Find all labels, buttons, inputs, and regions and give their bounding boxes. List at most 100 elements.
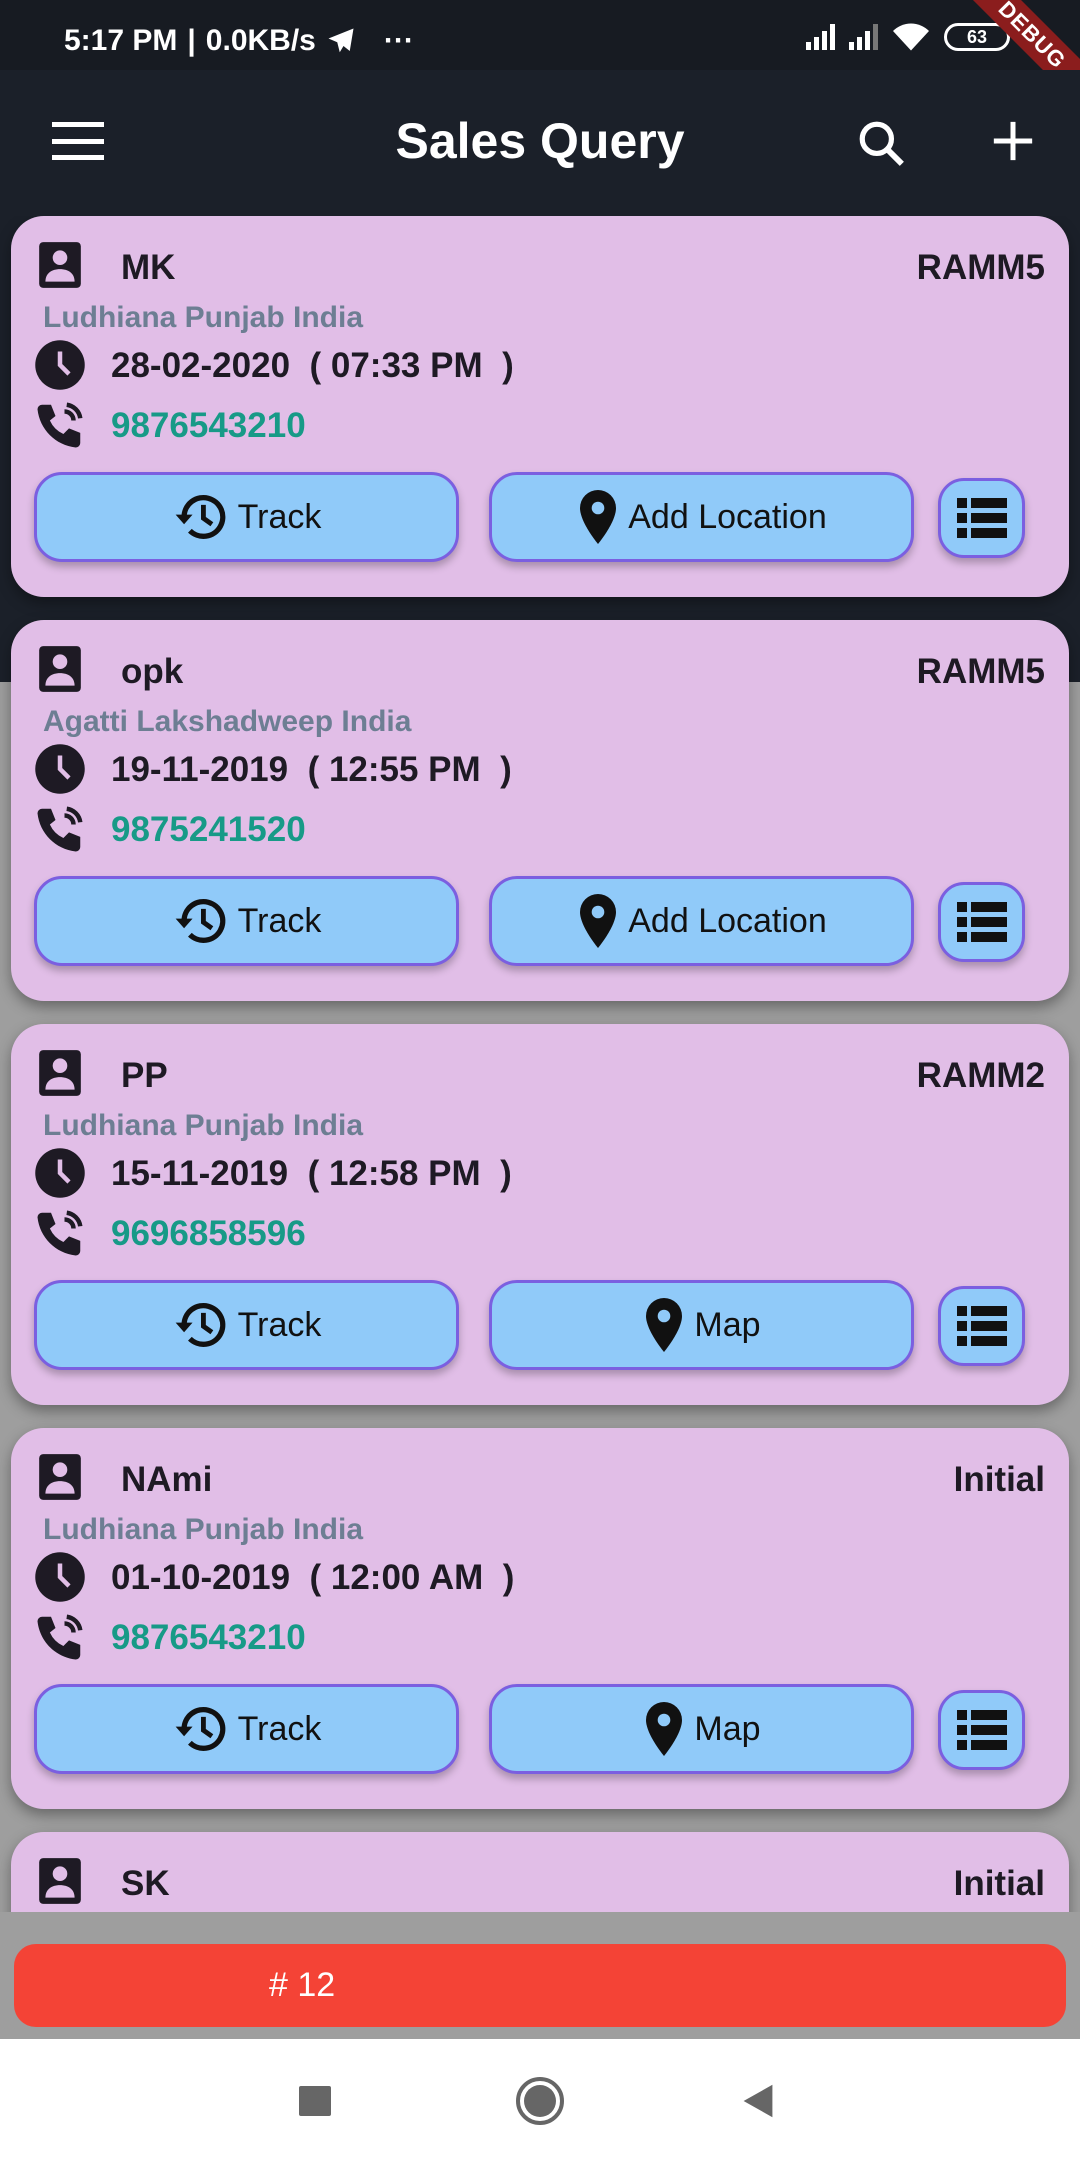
query-date: 28-02-2020 [111, 346, 291, 385]
details-list-button[interactable] [938, 1690, 1025, 1770]
query-time: ( 12:55 PM ) [307, 750, 512, 789]
track-label: Track [237, 1709, 322, 1748]
query-datetime: 01-10-2019 ( 12:00 AM ) [111, 1558, 514, 1598]
status-time: 5:17 PM [64, 24, 178, 57]
battery-level: 63 [966, 26, 988, 47]
add-icon[interactable] [990, 118, 1036, 164]
customer-phone[interactable]: 9876543210 [111, 1618, 306, 1658]
list-icon [956, 902, 1007, 942]
query-time: ( 07:33 PM ) [309, 346, 514, 385]
query-date: 19-11-2019 [111, 750, 289, 789]
history-icon [172, 1700, 230, 1758]
system-nav-bar [0, 2039, 1080, 2160]
customer-location: Agatti Lakshadweep India [43, 705, 412, 738]
location-button[interactable]: Add Location [489, 876, 914, 966]
query-status: Initial [953, 1864, 1045, 1903]
query-datetime: 19-11-2019 ( 12:55 PM ) [111, 750, 512, 790]
history-icon [172, 1296, 230, 1354]
person-icon [35, 1856, 85, 1911]
list-icon [956, 1710, 1007, 1750]
customer-phone[interactable]: 9875241520 [111, 810, 306, 850]
query-card[interactable]: PP RAMM2 Ludhiana Punjab India 15-11-2019 (… [11, 1024, 1069, 1405]
location-button-label: Add Location [628, 497, 827, 536]
customer-name: MK [121, 248, 176, 287]
customer-name: opk [121, 652, 184, 691]
customer-location: Ludhiana Punjab India [43, 1109, 364, 1142]
customer-phone[interactable]: 9876543210 [111, 406, 306, 446]
person-icon [35, 1048, 85, 1103]
query-status: RAMM2 [916, 1056, 1045, 1095]
track-button[interactable]: Track [34, 1684, 459, 1774]
phone-call-icon [33, 802, 87, 861]
track-label: Track [237, 1305, 322, 1344]
query-card[interactable]: SK Initial [11, 1832, 1069, 1912]
page-title: Sales Query [395, 113, 685, 169]
query-card[interactable]: MK RAMM5 Ludhiana Punjab India 28-02-2020 (… [11, 216, 1069, 597]
location-button-label: Map [694, 1709, 761, 1748]
count-label: # 12 [269, 1966, 336, 2004]
customer-name: NAmi [121, 1460, 213, 1499]
customer-name: SK [121, 1864, 170, 1903]
query-status: Initial [953, 1460, 1045, 1499]
phone-call-icon [33, 1610, 87, 1669]
history-icon [172, 488, 230, 546]
customer-name: PP [121, 1056, 168, 1095]
home-button[interactable] [516, 2077, 564, 2125]
query-date: 01-10-2019 [111, 1558, 291, 1597]
location-pin-icon [642, 1298, 686, 1352]
query-datetime: 28-02-2020 ( 07:33 PM ) [111, 346, 514, 386]
location-button-label: Add Location [628, 901, 827, 940]
track-label: Track [237, 901, 322, 940]
location-pin-icon [642, 1702, 686, 1756]
phone-call-icon [33, 1206, 87, 1265]
query-time: ( 12:00 AM ) [309, 1558, 515, 1597]
list-icon [956, 498, 1007, 538]
history-icon [172, 892, 230, 950]
query-time: ( 12:58 PM ) [307, 1154, 512, 1193]
location-pin-icon [576, 894, 620, 948]
query-list[interactable]: MK RAMM5 Ludhiana Punjab India 28-02-2020 (… [0, 216, 1080, 1912]
clock-icon [33, 1146, 87, 1205]
query-date: 15-11-2019 [111, 1154, 289, 1193]
person-icon [35, 240, 85, 295]
details-list-button[interactable] [938, 1286, 1025, 1366]
status-bar: 5:17 PM | 0.0KB/s ··· 63 DEBUG [0, 0, 1080, 118]
signal-icon [806, 24, 835, 50]
list-icon [956, 1306, 1007, 1346]
person-icon [35, 1452, 85, 1507]
details-list-button[interactable] [938, 478, 1025, 558]
query-card[interactable]: NAmi Initial Ludhiana Punjab India 01-10-20… [11, 1428, 1069, 1809]
customer-location: Ludhiana Punjab India [43, 301, 364, 334]
wifi-icon [893, 23, 929, 51]
clock-icon [33, 742, 87, 801]
track-button[interactable]: Track [34, 876, 459, 966]
query-card[interactable]: opk RAMM5 Agatti Lakshadweep India 19-11-20… [11, 620, 1069, 1001]
back-button[interactable] [740, 2083, 776, 2119]
query-status: RAMM5 [916, 652, 1045, 691]
track-button[interactable]: Track [34, 1280, 459, 1370]
signal-icon-2 [849, 24, 878, 50]
customer-phone[interactable]: 9696858596 [111, 1214, 306, 1254]
clock-icon [33, 1550, 87, 1609]
customer-location: Ludhiana Punjab India [43, 1513, 364, 1546]
clock-icon [33, 338, 87, 397]
location-button[interactable]: Add Location [489, 472, 914, 562]
location-button[interactable]: Map [489, 1684, 914, 1774]
search-icon[interactable] [856, 118, 906, 168]
query-status: RAMM5 [916, 248, 1045, 287]
more-notifications-icon: ··· [383, 24, 414, 57]
phone-call-icon [33, 398, 87, 457]
recents-button[interactable] [299, 2086, 331, 2116]
count-bar[interactable]: # 12 [14, 1944, 1066, 2027]
track-button[interactable]: Track [34, 472, 459, 562]
status-separator: | [187, 24, 196, 57]
location-button[interactable]: Map [489, 1280, 914, 1370]
details-list-button[interactable] [938, 882, 1025, 962]
location-pin-icon [576, 490, 620, 544]
track-label: Track [237, 497, 322, 536]
telegram-icon [328, 28, 354, 53]
network-speed: 0.0KB/s [205, 24, 316, 57]
person-icon [35, 644, 85, 699]
query-datetime: 15-11-2019 ( 12:58 PM ) [111, 1154, 512, 1194]
location-button-label: Map [694, 1305, 761, 1344]
